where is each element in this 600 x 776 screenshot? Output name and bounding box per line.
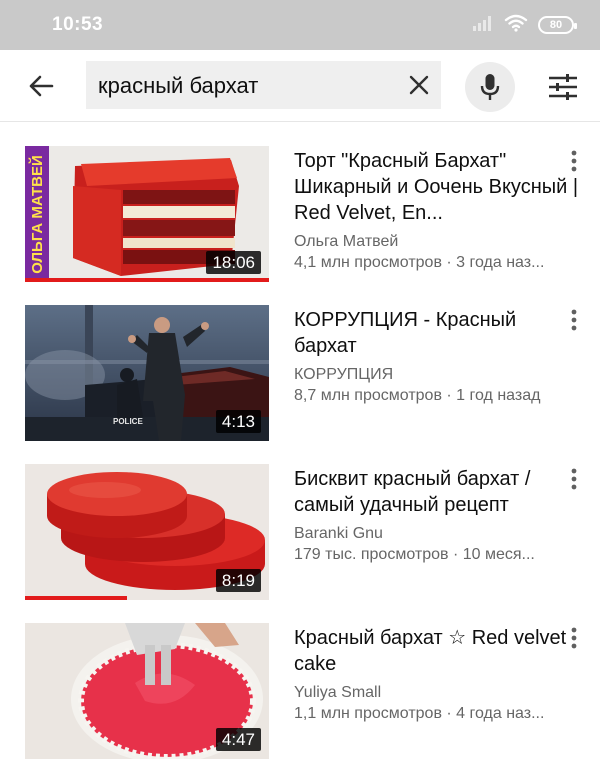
voice-search-button[interactable] [465,62,515,112]
video-stats: 4,1 млн просмотров · 3 года наз... [294,254,545,271]
video-result[interactable]: POLICE 4:13 КОРРУПЦИЯ - Красный бархат К… [0,305,600,445]
search-input[interactable]: красный бархат [86,61,441,109]
status-icons: 80 [472,14,577,37]
kebab-menu-icon [571,309,577,331]
watch-progress-bar [25,278,269,282]
search-query[interactable]: красный бархат [98,73,258,99]
more-options-button[interactable] [562,146,586,176]
more-options-button[interactable] [562,623,586,653]
video-title[interactable]: Бисквит красный бархат / самый удачный р… [294,466,582,518]
channel-name[interactable]: Ольга Матвей [294,232,582,252]
filter-button[interactable] [545,70,581,104]
video-title[interactable]: Торт "Красный Бархат" Шикарный и Оочень … [294,148,582,226]
battery-level: 80 [549,19,563,31]
video-thumbnail[interactable]: ОЛЬГА МАТВЕЙ 18:06 [25,146,269,282]
video-thumbnail[interactable]: 4:47 [25,623,269,759]
video-duration: 18:06 [206,251,261,274]
video-meta: Бисквит красный бархат / самый удачный р… [294,466,582,566]
video-duration: 4:47 [215,728,261,751]
video-duration: 8:19 [215,569,261,592]
status-bar: 10:53 80 [0,0,600,50]
channel-name[interactable]: КОРРУПЦИЯ [294,365,582,385]
channel-name[interactable]: Baranki Gnu [294,524,582,544]
kebab-menu-icon [571,468,577,490]
video-thumbnail[interactable]: 8:19 [25,464,269,600]
video-duration: 4:13 [215,410,261,433]
kebab-menu-icon [571,627,577,649]
video-title[interactable]: Красный бархат ☆ Red velvet cake [294,625,582,677]
video-thumbnail[interactable]: POLICE 4:13 [25,305,269,441]
watch-progress-bar [25,596,128,600]
back-button[interactable] [22,68,60,104]
video-result[interactable]: 4:47 Красный бархат ☆ Red velvet cake Yu… [0,623,600,763]
video-meta: Торт "Красный Бархат" Шикарный и Оочень … [294,148,582,274]
signal-icon [472,15,494,36]
video-stats: 179 тыс. просмотров · 10 меся... [294,546,535,563]
video-meta: КОРРУПЦИЯ - Красный бархат КОРРУПЦИЯ 8,7… [294,307,582,407]
microphone-icon [480,74,500,100]
channel-name[interactable]: Yuliya Small [294,683,582,703]
battery-icon: 80 [538,16,577,34]
thumb-overlay-wrap: ОЛЬГА МАТВЕЙ [26,146,48,282]
video-result[interactable]: ОЛЬГА МАТВЕЙ 18:06 Торт "Красный Бархат"… [0,146,600,286]
close-icon [409,75,429,95]
video-stats: 8,7 млн просмотров · 1 год назад [294,387,541,404]
sliders-icon [549,74,577,100]
video-title[interactable]: КОРРУПЦИЯ - Красный бархат [294,307,582,359]
video-meta: Красный бархат ☆ Red velvet cake Yuliya … [294,625,582,725]
more-options-button[interactable] [562,305,586,335]
status-time: 10:53 [52,14,104,35]
video-stats: 1,1 млн просмотров · 4 года наз... [294,705,545,722]
thumbnail-overlay-text: ОЛЬГА МАТВЕЙ [28,154,46,274]
wifi-icon [504,14,528,37]
clear-search-button[interactable] [407,73,431,97]
video-result[interactable]: 8:19 Бисквит красный бархат / самый удач… [0,464,600,604]
thumbnail-overlay-text: POLICE [113,417,143,426]
more-options-button[interactable] [562,464,586,494]
arrow-left-icon [29,75,54,97]
search-header: красный бархат [0,50,600,122]
kebab-menu-icon [571,150,577,172]
